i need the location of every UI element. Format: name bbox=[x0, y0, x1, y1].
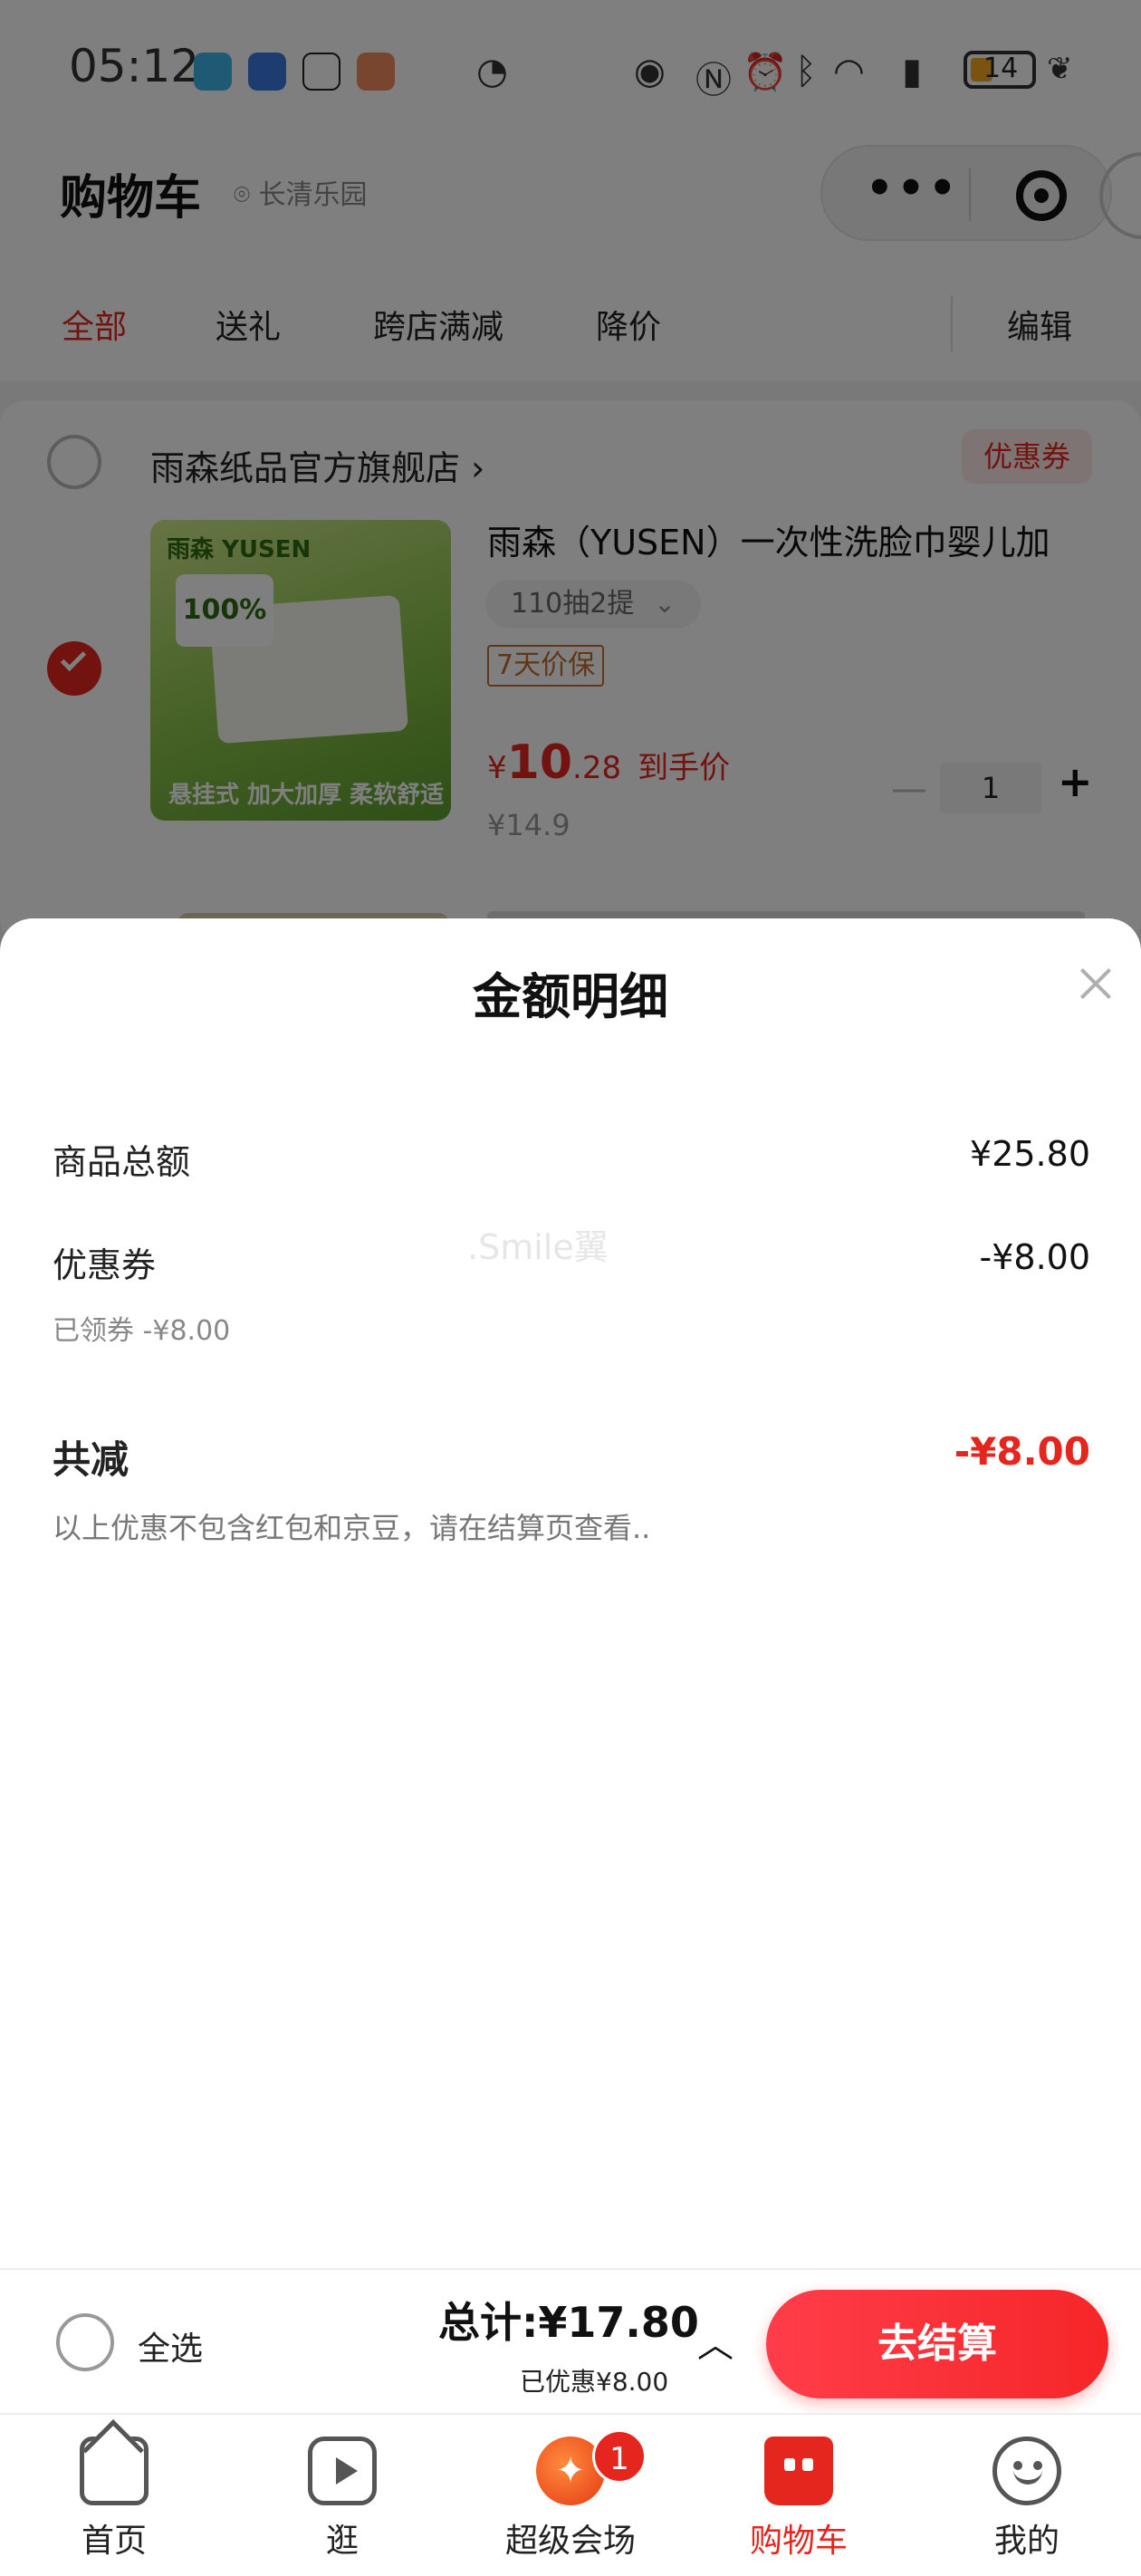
profile-mouth bbox=[1013, 2468, 1042, 2485]
home-icon bbox=[80, 2419, 149, 2505]
nav-label-cart: 购物车 bbox=[749, 2523, 848, 2560]
total-label: 总计: bbox=[438, 2298, 539, 2347]
cart-eye-right bbox=[802, 2458, 813, 2471]
coupon-label: 优惠券 bbox=[53, 1245, 157, 1285]
cart-icon bbox=[764, 2437, 833, 2505]
nav-item-me[interactable]: 我的 bbox=[913, 2415, 1141, 2576]
play-triangle bbox=[336, 2457, 358, 2485]
goods-total-value: ¥25.80 bbox=[970, 1134, 1090, 1174]
checkout-button[interactable]: 去结算 bbox=[766, 2290, 1108, 2398]
saved-amount: 已优惠¥8.00 bbox=[520, 2367, 669, 2397]
total-reduction-label: 共减 bbox=[53, 1437, 129, 1482]
notification-badge: 1 bbox=[592, 2429, 647, 2484]
coupon-value: -¥8.00 bbox=[979, 1237, 1091, 1277]
chevron-up-icon[interactable]: ︿ bbox=[697, 2315, 734, 2368]
select-all-radio[interactable] bbox=[56, 2313, 114, 2371]
watermark-text: .Smile翼 bbox=[467, 1227, 609, 1267]
total-value: ¥17.80 bbox=[538, 2298, 699, 2347]
goods-total-label: 商品总额 bbox=[53, 1142, 191, 1182]
amount-detail-sheet: 金额明细 商品总额 ¥25.80 优惠券 -¥8.00 已领券 -¥8.00 .… bbox=[0, 918, 1141, 2268]
close-icon[interactable] bbox=[1069, 956, 1123, 1011]
nav-item-browse[interactable]: 逛 bbox=[228, 2415, 456, 2576]
select-all-label[interactable]: 全选 bbox=[138, 2322, 203, 2369]
nav-label-me: 我的 bbox=[993, 2523, 1060, 2560]
cart-eye-left bbox=[784, 2458, 795, 2471]
home-roof bbox=[82, 2419, 144, 2481]
sheet-title: 金额明细 bbox=[473, 968, 668, 1025]
total-reduction-value: -¥8.00 bbox=[954, 1429, 1090, 1474]
discount-note: 以上优惠不包含红包和京豆，请在结算页查看.. bbox=[53, 1511, 651, 1545]
nav-item-cart[interactable]: 购物车 bbox=[685, 2415, 913, 2576]
nav-label-home: 首页 bbox=[81, 2523, 147, 2560]
coupon-sub: 已领券 -¥8.00 bbox=[53, 1315, 231, 1347]
nav-label-venue: 超级会场 bbox=[504, 2523, 636, 2560]
checkout-bar: 全选 总计:¥17.80 已优惠¥8.00 ︿ 去结算 bbox=[0, 2268, 1141, 2413]
nav-item-venue[interactable]: ✦ 1 超级会场 bbox=[456, 2415, 685, 2576]
nav-label-browse: 逛 bbox=[325, 2523, 359, 2560]
total-amount: 总计:¥17.80 bbox=[438, 2290, 699, 2350]
video-icon bbox=[308, 2437, 377, 2505]
nav-item-home[interactable]: 首页 bbox=[0, 2415, 228, 2576]
profile-icon bbox=[992, 2437, 1061, 2505]
bottom-nav: 首页 逛 ✦ 1 超级会场 购物车 我的 bbox=[0, 2413, 1141, 2576]
